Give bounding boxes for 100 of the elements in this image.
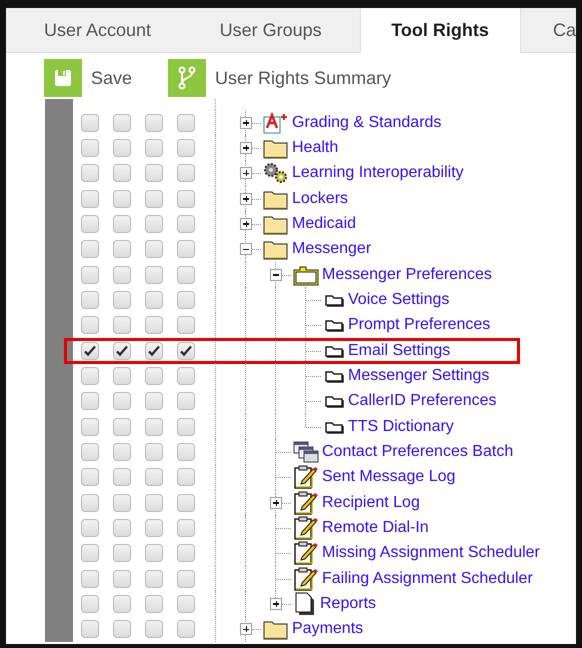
checkbox[interactable] — [145, 164, 163, 182]
checkbox[interactable] — [145, 468, 163, 486]
checkbox[interactable] — [145, 342, 163, 360]
checkbox[interactable] — [145, 392, 163, 410]
checkbox[interactable] — [81, 138, 99, 157]
save-icon[interactable] — [44, 59, 82, 97]
collapse-toggle[interactable] — [270, 268, 282, 281]
checkbox[interactable] — [81, 240, 99, 258]
checkbox[interactable] — [113, 594, 131, 613]
checkbox[interactable] — [145, 544, 163, 562]
checkbox[interactable] — [81, 214, 99, 233]
checkbox[interactable] — [145, 214, 163, 233]
expand-toggle[interactable] — [240, 623, 252, 636]
collapse-toggle[interactable] — [240, 243, 252, 256]
checkbox[interactable] — [81, 366, 99, 385]
checkbox[interactable] — [113, 518, 131, 537]
checkbox[interactable] — [81, 418, 99, 436]
checkbox[interactable] — [145, 620, 163, 638]
checkbox[interactable] — [81, 494, 99, 512]
checkbox[interactable] — [113, 316, 131, 334]
expand-toggle[interactable] — [240, 142, 252, 154]
checkbox[interactable] — [113, 468, 131, 486]
checkbox[interactable] — [113, 620, 131, 638]
checkbox[interactable] — [81, 266, 99, 284]
checkbox[interactable] — [113, 418, 131, 436]
checkbox[interactable] — [177, 468, 195, 486]
tree-item[interactable]: Prompt Preferences — [348, 316, 490, 334]
tree-item[interactable]: Messenger Preferences — [322, 266, 492, 284]
tab[interactable]: User Groups — [188, 8, 360, 52]
checkbox[interactable] — [113, 114, 131, 132]
checkbox[interactable] — [113, 570, 131, 588]
checkbox[interactable] — [81, 392, 99, 410]
checkbox[interactable] — [177, 316, 195, 334]
checkbox[interactable] — [177, 114, 195, 132]
checkbox[interactable] — [145, 594, 163, 613]
checkbox[interactable] — [81, 442, 99, 461]
tree-item[interactable]: Medicaid — [292, 214, 356, 233]
expand-toggle[interactable] — [240, 218, 252, 230]
checkbox[interactable] — [81, 114, 99, 132]
checkbox[interactable] — [113, 164, 131, 182]
save-link[interactable]: Save — [91, 68, 132, 88]
checkbox[interactable] — [145, 316, 163, 334]
checkbox[interactable] — [177, 164, 195, 182]
checkbox[interactable] — [81, 544, 99, 562]
checkbox[interactable] — [177, 594, 195, 613]
tree-item[interactable]: Remote Dial-In — [322, 518, 429, 537]
tab[interactable]: Tool Rights — [360, 8, 521, 53]
checkbox[interactable] — [81, 594, 99, 613]
tree-item[interactable]: Contact Preferences Batch — [322, 442, 514, 461]
checkbox[interactable] — [113, 544, 131, 562]
checkbox[interactable] — [177, 190, 195, 208]
checkbox[interactable] — [177, 266, 195, 284]
checkbox[interactable] — [113, 366, 131, 385]
checkbox[interactable] — [145, 114, 163, 132]
tree-item[interactable]: Reports — [320, 594, 376, 613]
checkbox[interactable] — [177, 570, 195, 588]
checkbox[interactable] — [177, 494, 195, 512]
tree-item[interactable]: Sent Message Log — [322, 468, 456, 486]
expand-toggle[interactable] — [240, 167, 252, 180]
checkbox[interactable] — [177, 290, 195, 309]
checkbox[interactable] — [113, 442, 131, 461]
tree-item[interactable]: Recipient Log — [322, 494, 420, 512]
checkbox[interactable] — [145, 518, 163, 537]
checkbox[interactable] — [145, 266, 163, 284]
checkbox[interactable] — [177, 418, 195, 436]
checkbox[interactable] — [81, 468, 99, 486]
checkbox[interactable] — [81, 164, 99, 182]
checkbox[interactable] — [113, 214, 131, 233]
checkbox[interactable] — [81, 316, 99, 334]
expand-toggle[interactable] — [270, 496, 282, 509]
checkbox[interactable] — [145, 442, 163, 461]
tab[interactable]: Ca — [520, 8, 576, 52]
checkbox[interactable] — [145, 494, 163, 512]
tree-item[interactable]: Health — [292, 138, 338, 157]
checkbox[interactable] — [145, 290, 163, 309]
checkbox[interactable] — [145, 418, 163, 436]
checkbox[interactable] — [177, 442, 195, 461]
checkbox[interactable] — [81, 620, 99, 638]
tree-item[interactable]: TTS Dictionary — [348, 418, 454, 436]
checkbox[interactable] — [113, 290, 131, 309]
checkbox[interactable] — [113, 138, 131, 157]
tree-item[interactable]: Failing Assignment Scheduler — [322, 570, 533, 588]
tree-item[interactable]: Payments — [292, 620, 364, 638]
checkbox[interactable] — [177, 544, 195, 562]
checkbox[interactable] — [145, 138, 163, 157]
checkbox[interactable] — [177, 518, 195, 537]
checkbox[interactable] — [177, 342, 195, 360]
summary-link[interactable]: User Rights Summary — [215, 68, 392, 88]
checkbox[interactable] — [113, 266, 131, 284]
expand-toggle[interactable] — [240, 116, 252, 129]
checkbox[interactable] — [81, 342, 99, 360]
checkbox[interactable] — [81, 290, 99, 309]
tab[interactable]: User Account — [12, 8, 188, 52]
tree-item[interactable]: Missing Assignment Scheduler — [322, 544, 540, 562]
checkbox[interactable] — [177, 240, 195, 258]
tree-item[interactable]: Email Settings — [348, 342, 450, 360]
tree-item[interactable]: Learning Interoperability — [292, 164, 464, 182]
checkbox[interactable] — [177, 138, 195, 157]
checkbox[interactable] — [113, 240, 131, 258]
checkbox[interactable] — [145, 570, 163, 588]
